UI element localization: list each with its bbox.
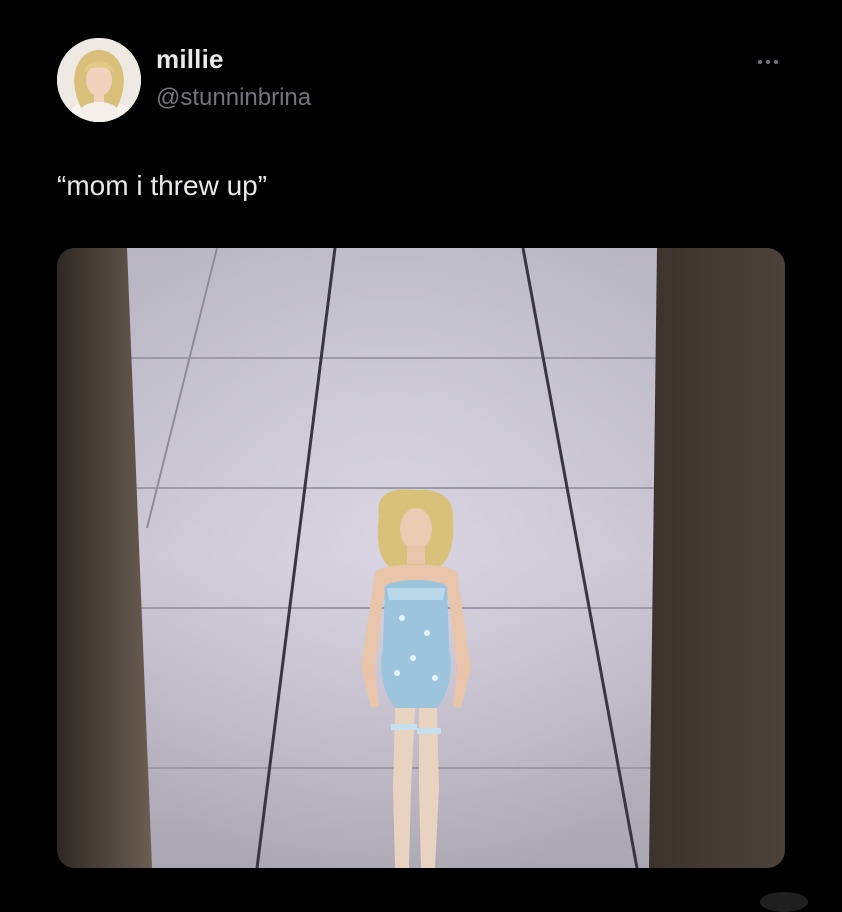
dot — [774, 60, 778, 64]
partial-action-icon — [760, 892, 808, 912]
dot — [758, 60, 762, 64]
dot — [766, 60, 770, 64]
photo-runway-performer-icon — [57, 248, 785, 868]
tweet: millie @stunninbrina “mom i threw up” — [0, 0, 842, 912]
author-avatar[interactable] — [57, 38, 141, 122]
author-handle[interactable]: @stunninbrina — [156, 84, 311, 112]
tweet-text: “mom i threw up” — [57, 170, 268, 201]
ellipsis-icon[interactable] — [748, 50, 788, 74]
author-display-name[interactable]: millie — [156, 44, 224, 75]
avatar-image-icon — [57, 38, 141, 122]
tweet-media-photo[interactable] — [57, 248, 785, 868]
